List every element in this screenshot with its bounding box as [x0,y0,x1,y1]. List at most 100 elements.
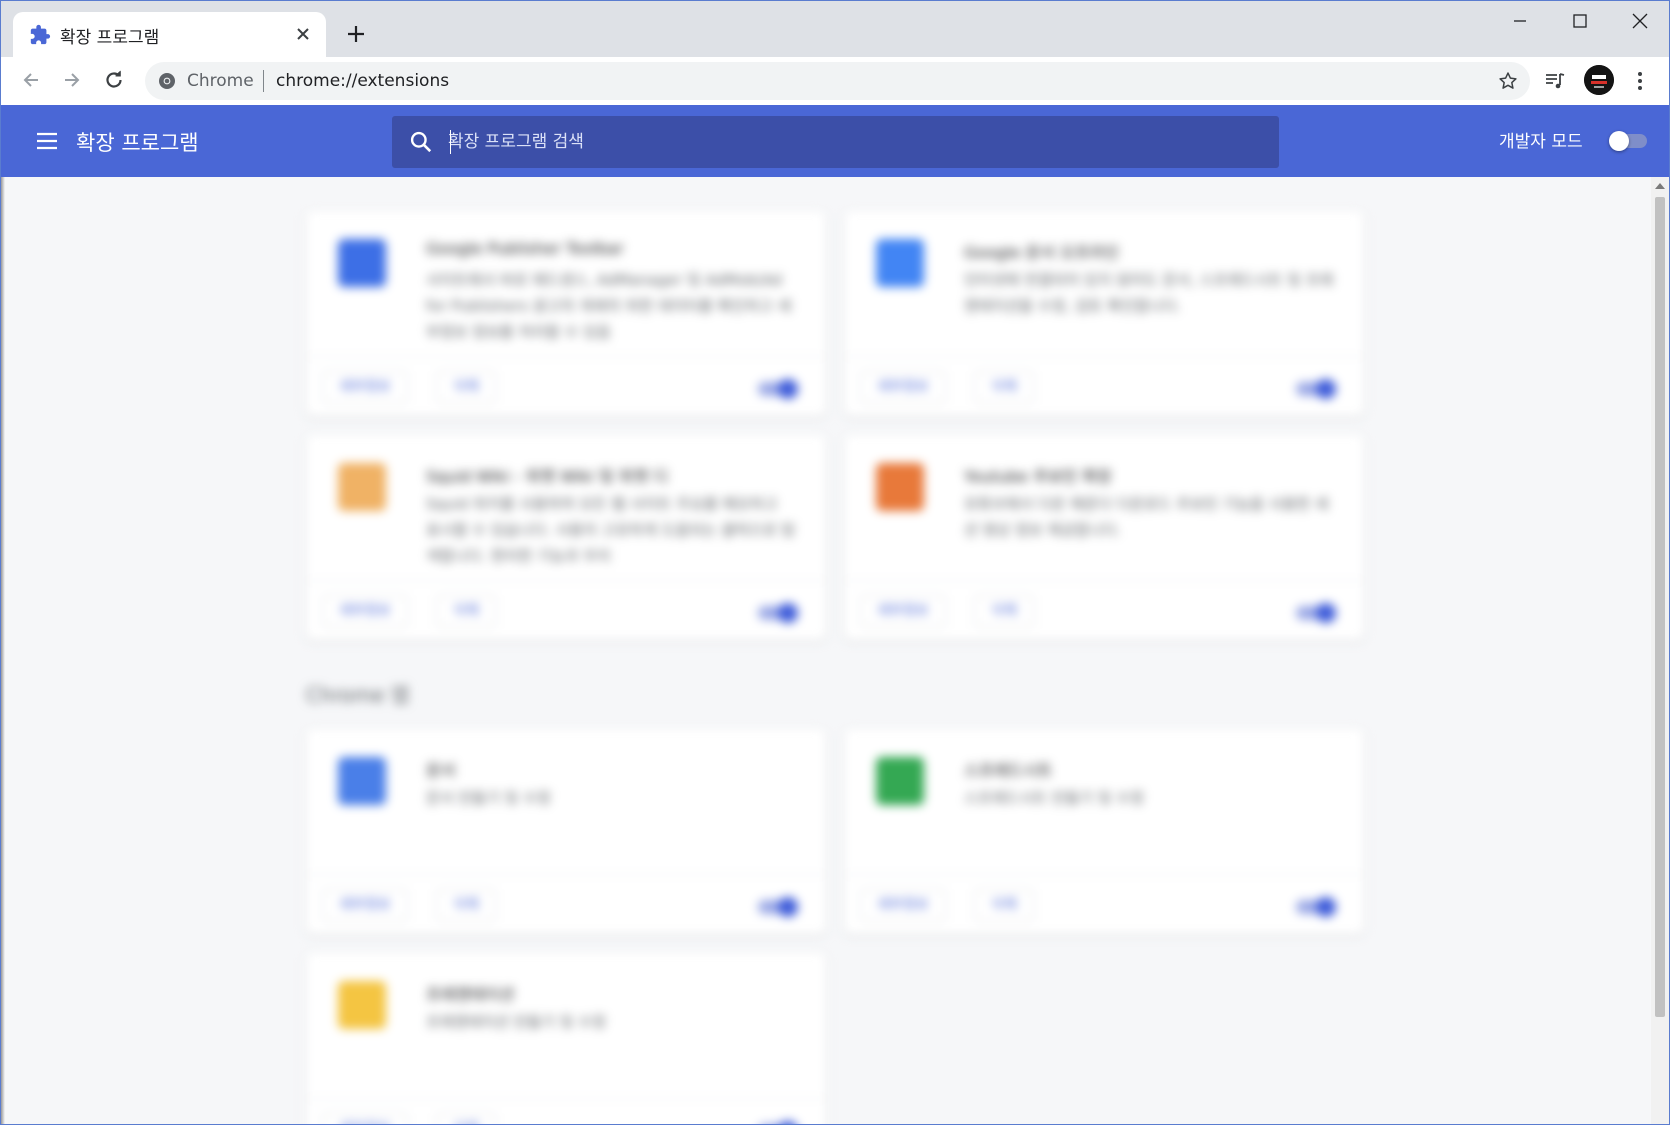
remove-button[interactable]: 삭제 [436,595,496,627]
extension-card-footer: 세부정보 삭제 [306,356,826,416]
remove-button[interactable]: 삭제 [974,371,1034,403]
extension-name: Google 문서 오프라인 [964,243,1119,262]
remove-button[interactable]: 삭제 [436,889,496,921]
remove-button[interactable]: 삭제 [974,595,1034,627]
dev-mode-toggle[interactable] [1609,129,1649,153]
extension-name: 스프레드시트 [964,761,1053,780]
bookmark-star-button[interactable] [1494,67,1522,95]
extension-enable-toggle[interactable] [758,897,798,917]
chrome-icon [159,73,175,89]
reload-icon [106,70,122,88]
browser-menu-button[interactable] [1623,64,1657,98]
omnibox-url[interactable]: chrome://extensions [276,71,449,91]
tab-extensions[interactable]: 확장 프로그램 [13,12,326,57]
extension-card-footer: 세부정보 삭제 [844,580,1364,640]
omnibox-chip: Chrome [187,71,254,91]
toggle-knob [778,603,798,623]
extension-icon [876,463,924,511]
reload-button[interactable] [97,63,131,97]
profile-avatar[interactable] [1584,65,1614,95]
forward-button[interactable] [55,63,89,97]
details-button[interactable]: 세부정보 [322,1113,408,1124]
tab-close-button[interactable] [290,21,316,47]
dev-mode-toggle-knob [1609,131,1629,151]
extension-description: 사이트에서 바로 애드센스, AdManager 및 AdMob(Ad for … [426,271,792,341]
sidebar-menu-button[interactable] [31,125,63,157]
extension-card-footer: 세부정보 삭제 [306,1098,826,1124]
remove-button[interactable]: 삭제 [974,889,1034,921]
tab-strip: 확장 프로그램 [1,1,1669,57]
minimize-button[interactable] [1491,5,1549,37]
extension-card-footer: 세부정보 삭제 [844,874,1364,934]
extension-name: Google Publisher Toolbar [426,239,624,258]
media-control-button[interactable] [1538,64,1572,98]
extension-card-footer: 세부정보 삭제 [306,580,826,640]
maximize-icon [1573,14,1587,28]
remove-button[interactable]: 삭제 [436,371,496,403]
search-box[interactable] [392,116,1279,168]
back-button[interactable] [14,63,48,97]
extension-enable-toggle[interactable] [1296,379,1336,399]
arrow-left-icon [23,73,38,87]
star-icon [1499,72,1517,89]
maximize-button[interactable] [1551,5,1609,37]
details-button[interactable]: 세부정보 [322,595,408,627]
toggle-knob [1316,897,1336,917]
search-input[interactable] [448,116,1248,168]
remove-button[interactable]: 삭제 [436,1113,496,1124]
page-title: 확장 프로그램 [76,131,199,155]
plus-icon [348,26,364,42]
more-vert-icon [1638,72,1642,90]
toggle-knob [1316,603,1336,623]
details-button[interactable]: 세부정보 [860,595,946,627]
browser-toolbar: Chrome chrome://extensions [1,57,1669,105]
extension-enable-toggle[interactable] [1296,897,1336,917]
extension-name: Squid Wiki - 위젯 Wiki 및 위젯 디 [426,467,668,486]
scrollbar-thumb[interactable] [1655,197,1665,1017]
search-icon [410,131,432,153]
extension-enable-toggle[interactable] [758,379,798,399]
close-icon [1632,13,1648,29]
extension-card: Google 문서 오프라인인터넷에 연결되어 있지 않아도 문서, 스프레드시… [844,211,1364,416]
toggle-knob [778,1121,798,1124]
extension-description: 유튜브에서 다운 해준다 다운로드 추보민 기능을 사용한 세션 영상 정보 제… [964,495,1329,539]
close-icon [297,28,309,40]
extension-enable-toggle[interactable] [1296,603,1336,623]
browser-window: 확장 프로그램 Chrome chrome://extensions 확장 프로… [0,0,1670,1125]
details-button[interactable]: 세부정보 [860,371,946,403]
extension-description: 인터넷에 연결되어 있지 않아도 문서, 스프레드시트 및 프레젠테이션을 수정… [964,271,1334,315]
omnibox[interactable]: Chrome chrome://extensions [145,62,1530,100]
extension-enable-toggle[interactable] [758,1121,798,1124]
extension-icon [338,757,386,805]
extension-enable-toggle[interactable] [758,603,798,623]
section-title-chrome-apps: Chrome 앱 [306,683,410,707]
extension-card: 프레젠테이션프레젠테이션 만들기 및 수정세부정보 삭제 [306,953,826,1124]
arrow-right-icon [65,73,80,87]
details-button[interactable]: 세부정보 [322,889,408,921]
extension-card: Google Publisher Toolbar 사이트에서 바로 애드센스, A… [306,211,826,416]
playlist-music-icon [1546,73,1565,89]
extension-description: Squid 위키를 사용하여 모든 웹 사이트 주요를 메모하고 표시할 수 있… [426,495,796,565]
extension-card: Youtube 추보민 확장유튜브에서 다운 해준다 다운로드 추보민 기능을 … [844,435,1364,640]
extension-card-grid: Chrome 앱 Google Publisher Toolbar 사이트에서 바… [1,177,1651,1124]
window-close-button[interactable] [1611,5,1669,37]
toggle-knob [1316,379,1336,399]
extensions-header: 확장 프로그램 개발자 모드 [1,105,1669,177]
extension-description: 문서 만들기 및 수정 [426,789,551,807]
extension-icon [338,239,386,287]
details-button[interactable]: 세부정보 [860,889,946,921]
details-button[interactable]: 세부정보 [322,371,408,403]
extension-name: Youtube 추보민 확장 [964,467,1112,486]
omnibox-divider [263,70,264,92]
hamburger-menu-icon [37,132,57,150]
toggle-knob [778,379,798,399]
minimize-icon [1514,20,1526,22]
puzzle-icon [30,24,51,45]
extension-name: 프레젠테이션 [426,985,515,1004]
extension-icon [876,757,924,805]
page-scrollbar[interactable] [1651,177,1669,1124]
extension-card: Squid Wiki - 위젯 Wiki 및 위젯 디 Squid 위키를 사용하… [306,435,826,640]
new-tab-button[interactable] [341,19,371,49]
scroll-up-arrow-icon[interactable] [1655,183,1665,189]
extension-card-footer: 세부정보 삭제 [844,356,1364,416]
